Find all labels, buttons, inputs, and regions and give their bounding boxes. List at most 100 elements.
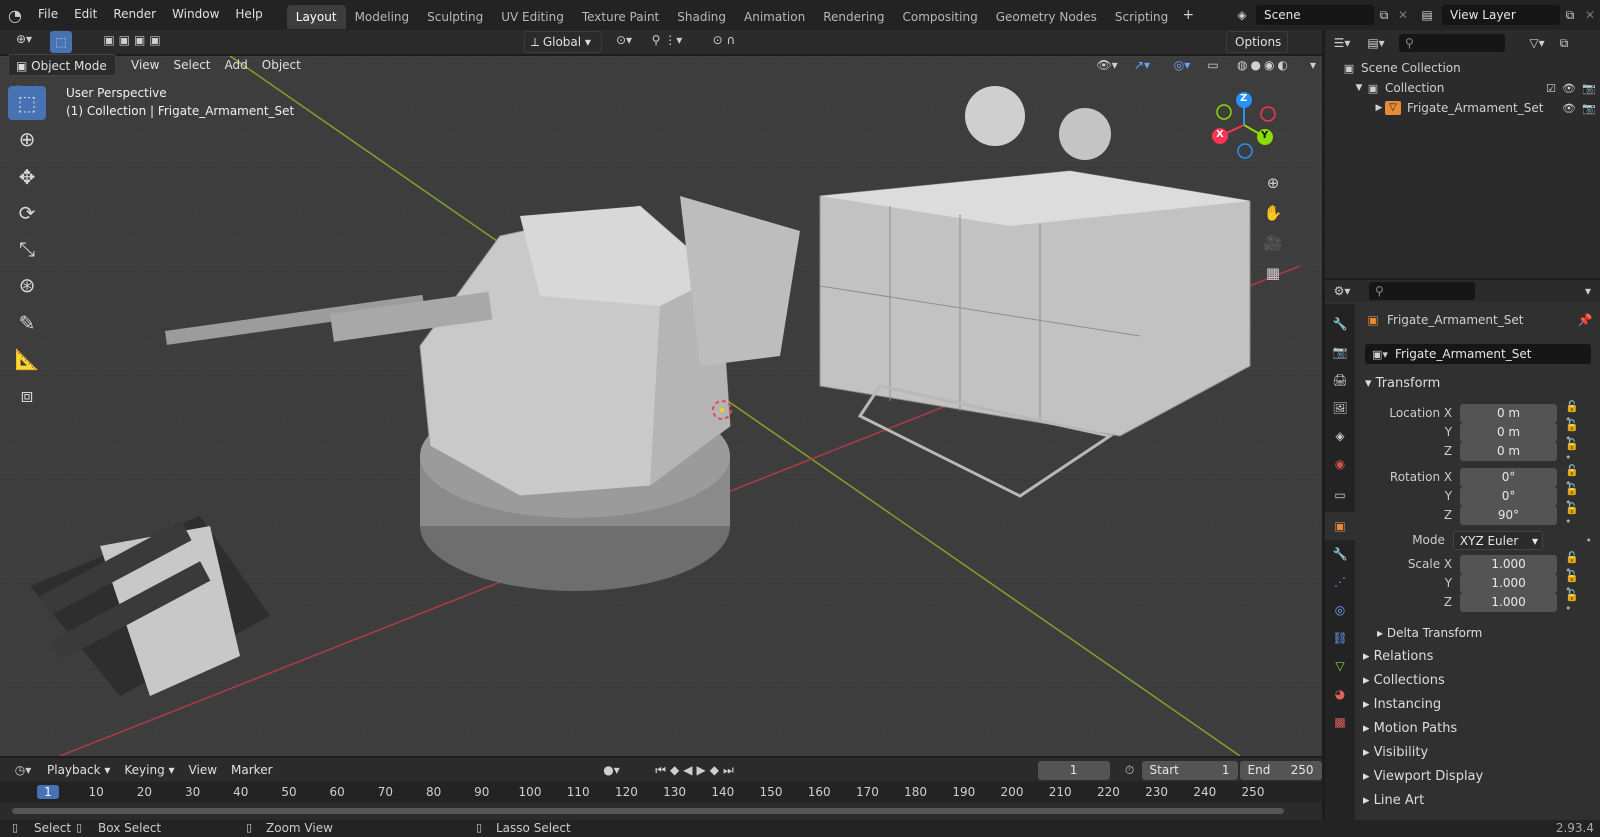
scene-name-field[interactable]: Scene xyxy=(1256,5,1374,25)
menu-select[interactable]: Select xyxy=(166,54,217,76)
object-datablock-field[interactable]: ▣▾ Frigate_Armament_Set xyxy=(1365,344,1591,364)
visibility-icon[interactable]: 👁▾ xyxy=(1092,58,1122,72)
current-frame-field[interactable]: 1 xyxy=(1037,760,1110,780)
start-frame-field[interactable]: Start 1 xyxy=(1141,760,1238,780)
preview-range-icon[interactable]: ⏱ xyxy=(1118,763,1142,778)
pan-hand-icon[interactable]: ✋ xyxy=(1260,198,1286,228)
tab-compositing[interactable]: Compositing xyxy=(893,5,986,29)
scene-icon[interactable]: ◈ xyxy=(1228,8,1256,22)
outliner-search-input[interactable]: ⚲ xyxy=(1399,34,1505,52)
properties-options-icon[interactable]: ▾ xyxy=(1576,284,1600,298)
new-scene-icon[interactable]: ⧉ xyxy=(1374,8,1394,23)
object-name-label[interactable]: Frigate_Armament_Set xyxy=(1387,313,1577,327)
transform-tool[interactable]: ⊛ xyxy=(8,268,46,302)
scale-x-field[interactable]: 1.000 xyxy=(1460,554,1557,574)
menu-render[interactable]: Render xyxy=(105,0,164,30)
perspective-toggle-icon[interactable]: ▦ xyxy=(1260,258,1286,288)
menu-object[interactable]: Object xyxy=(255,54,308,76)
menu-view[interactable]: View xyxy=(124,54,166,76)
tab-uv-editing[interactable]: UV Editing xyxy=(492,5,573,29)
rotation-y-field[interactable]: 0° xyxy=(1460,486,1557,506)
material-tab-icon[interactable]: ◕ xyxy=(1325,680,1355,708)
shading-options-icon[interactable]: ▾ xyxy=(1304,58,1322,72)
collection-tab-icon[interactable]: ▭ xyxy=(1325,478,1355,512)
properties-editor-icon[interactable]: ⚙▾ xyxy=(1325,284,1359,298)
view-layer-tab-icon[interactable]: 🖼 xyxy=(1325,394,1355,422)
scene-collection-label[interactable]: Scene Collection xyxy=(1361,61,1461,75)
location-y-field[interactable]: 0 m xyxy=(1460,422,1557,442)
annotate-tool[interactable]: ✎ xyxy=(8,306,46,340)
tab-shading[interactable]: Shading xyxy=(668,5,735,29)
location-z-field[interactable]: 0 m xyxy=(1460,441,1557,461)
pivot-point-icon[interactable]: ⊙▾ xyxy=(610,33,638,47)
object-mode-dropdown[interactable]: ▣ Object Mode ▾ xyxy=(8,54,116,95)
proportional-edit-icon[interactable]: ⊙ ∩ xyxy=(700,33,748,47)
transform-orientation-dropdown[interactable]: ⟂ Global ▾ xyxy=(524,31,602,53)
camera-view-icon[interactable]: 🎥 xyxy=(1260,228,1286,258)
select-tool-icon[interactable]: ⬚ xyxy=(50,31,72,53)
scale-z-lock-icon[interactable]: 🔓• xyxy=(1565,589,1600,615)
render-tab-icon[interactable]: 📷 xyxy=(1325,338,1355,366)
collection-render-icon[interactable]: 📷 xyxy=(1578,82,1600,95)
rotation-z-field[interactable]: 90° xyxy=(1460,505,1557,525)
scale-z-field[interactable]: 1.000 xyxy=(1460,592,1557,612)
menu-file[interactable]: File xyxy=(30,0,66,30)
add-cube-tool[interactable]: ⧈ xyxy=(8,378,46,412)
tool-tab-icon[interactable]: 🔧 xyxy=(1325,310,1355,338)
blender-logo-icon[interactable]: ◔ xyxy=(0,6,30,25)
scene-tab-icon[interactable]: ◈ xyxy=(1325,422,1355,450)
new-view-layer-icon[interactable]: ⧉ xyxy=(1560,8,1580,23)
tab-sculpting[interactable]: Sculpting xyxy=(418,5,492,29)
world-tab-icon[interactable]: ◉ xyxy=(1325,450,1355,478)
modifier-tab-icon[interactable]: 🔧 xyxy=(1325,540,1355,568)
delete-scene-icon[interactable]: ✕ xyxy=(1394,8,1412,22)
visibility-section[interactable]: ▸ Visibility xyxy=(1363,745,1428,760)
tab-texture-paint[interactable]: Texture Paint xyxy=(573,5,668,29)
rotation-z-lock-icon[interactable]: 🔓• xyxy=(1565,502,1600,528)
playback-menu[interactable]: Playback ▾ xyxy=(40,759,117,781)
tab-modeling[interactable]: Modeling xyxy=(346,5,419,29)
editor-type-icon[interactable]: ⊕▾ xyxy=(8,32,40,46)
tab-animation[interactable]: Animation xyxy=(735,5,814,29)
tab-rendering[interactable]: Rendering xyxy=(814,5,893,29)
particles-tab-icon[interactable]: ⋰ xyxy=(1325,568,1355,596)
viewport-display-section[interactable]: ▸ Viewport Display xyxy=(1363,769,1483,784)
object-expand-icon[interactable]: ▶ xyxy=(1373,103,1385,113)
object-render-icon[interactable]: 📷 xyxy=(1578,102,1600,115)
menu-help[interactable]: Help xyxy=(227,0,270,30)
collection-label[interactable]: Collection xyxy=(1385,81,1542,95)
pin-icon[interactable]: 📌 xyxy=(1577,313,1593,327)
timeline-scrollbar[interactable] xyxy=(12,808,1284,814)
options-dropdown[interactable]: Options ▾ xyxy=(1226,31,1288,69)
constraints-tab-icon[interactable]: ⛓ xyxy=(1325,624,1355,652)
object-label[interactable]: Frigate_Armament_Set xyxy=(1407,101,1560,115)
output-tab-icon[interactable]: 🖨 xyxy=(1325,366,1355,394)
record-icon[interactable]: ●▾ xyxy=(594,763,630,777)
add-workspace-icon[interactable]: + xyxy=(1177,7,1199,23)
collections-section[interactable]: ▸ Collections xyxy=(1363,673,1445,688)
rotation-mode-dropdown[interactable]: XYZ Euler ▾ xyxy=(1452,530,1544,550)
gizmo-toggle-icon[interactable]: ↗▾ xyxy=(1122,58,1162,72)
zoom-icon[interactable]: ⊕ xyxy=(1260,168,1286,198)
collection-expand-icon[interactable]: ▼ xyxy=(1353,83,1365,93)
snap-icon[interactable]: ⚲ ⋮▾ xyxy=(643,33,691,47)
3d-viewport[interactable] xyxy=(0,56,1322,756)
rotation-mode-keyframe-icon[interactable]: • xyxy=(1551,534,1600,547)
relations-section[interactable]: ▸ Relations xyxy=(1363,649,1433,664)
new-collection-icon[interactable]: ⧉ xyxy=(1555,36,1573,51)
move-tool[interactable]: ✥ xyxy=(8,160,46,194)
transform-section-header[interactable]: ▾ Transform xyxy=(1365,376,1440,391)
texture-tab-icon[interactable]: ▩ xyxy=(1325,708,1355,736)
tab-layout[interactable]: Layout xyxy=(286,5,346,29)
current-frame-marker[interactable]: 1 xyxy=(37,785,59,799)
data-tab-icon[interactable]: ▽ xyxy=(1325,652,1355,680)
view-layer-icon[interactable]: ▤ xyxy=(1412,8,1442,22)
filter-icon[interactable]: ▽▾ xyxy=(1519,36,1555,50)
datablock-icon[interactable]: ▣▾ xyxy=(1365,348,1395,361)
delete-view-layer-icon[interactable]: ✕ xyxy=(1580,8,1600,22)
playback-controls-icon[interactable]: ⏮◆◀▶◆⏭ xyxy=(642,763,752,778)
menu-add[interactable]: Add xyxy=(218,54,255,76)
end-frame-field[interactable]: End 250 xyxy=(1239,760,1322,780)
object-tab-icon[interactable]: ▣ xyxy=(1325,512,1355,540)
keying-menu[interactable]: Keying ▾ xyxy=(117,759,181,781)
